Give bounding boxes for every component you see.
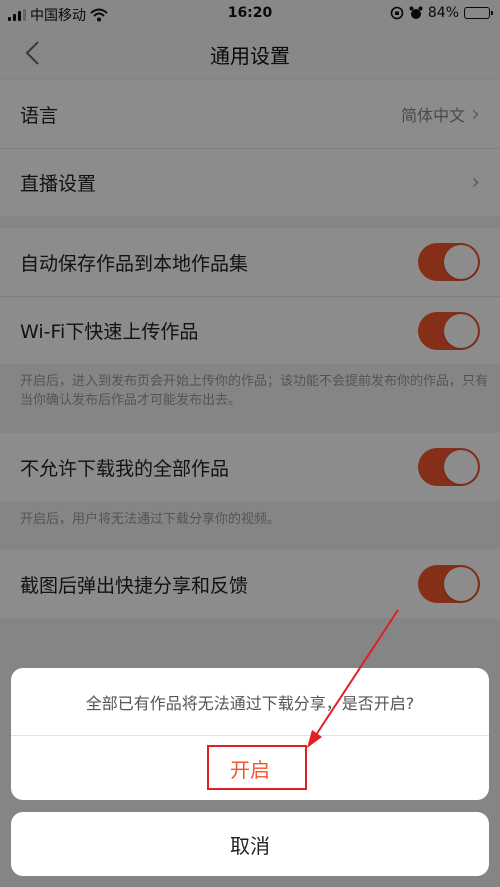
watermark-logo: Bai⊙经验 jingyan.baidu.com	[398, 837, 482, 869]
annotation-arrow-icon	[307, 609, 399, 748]
